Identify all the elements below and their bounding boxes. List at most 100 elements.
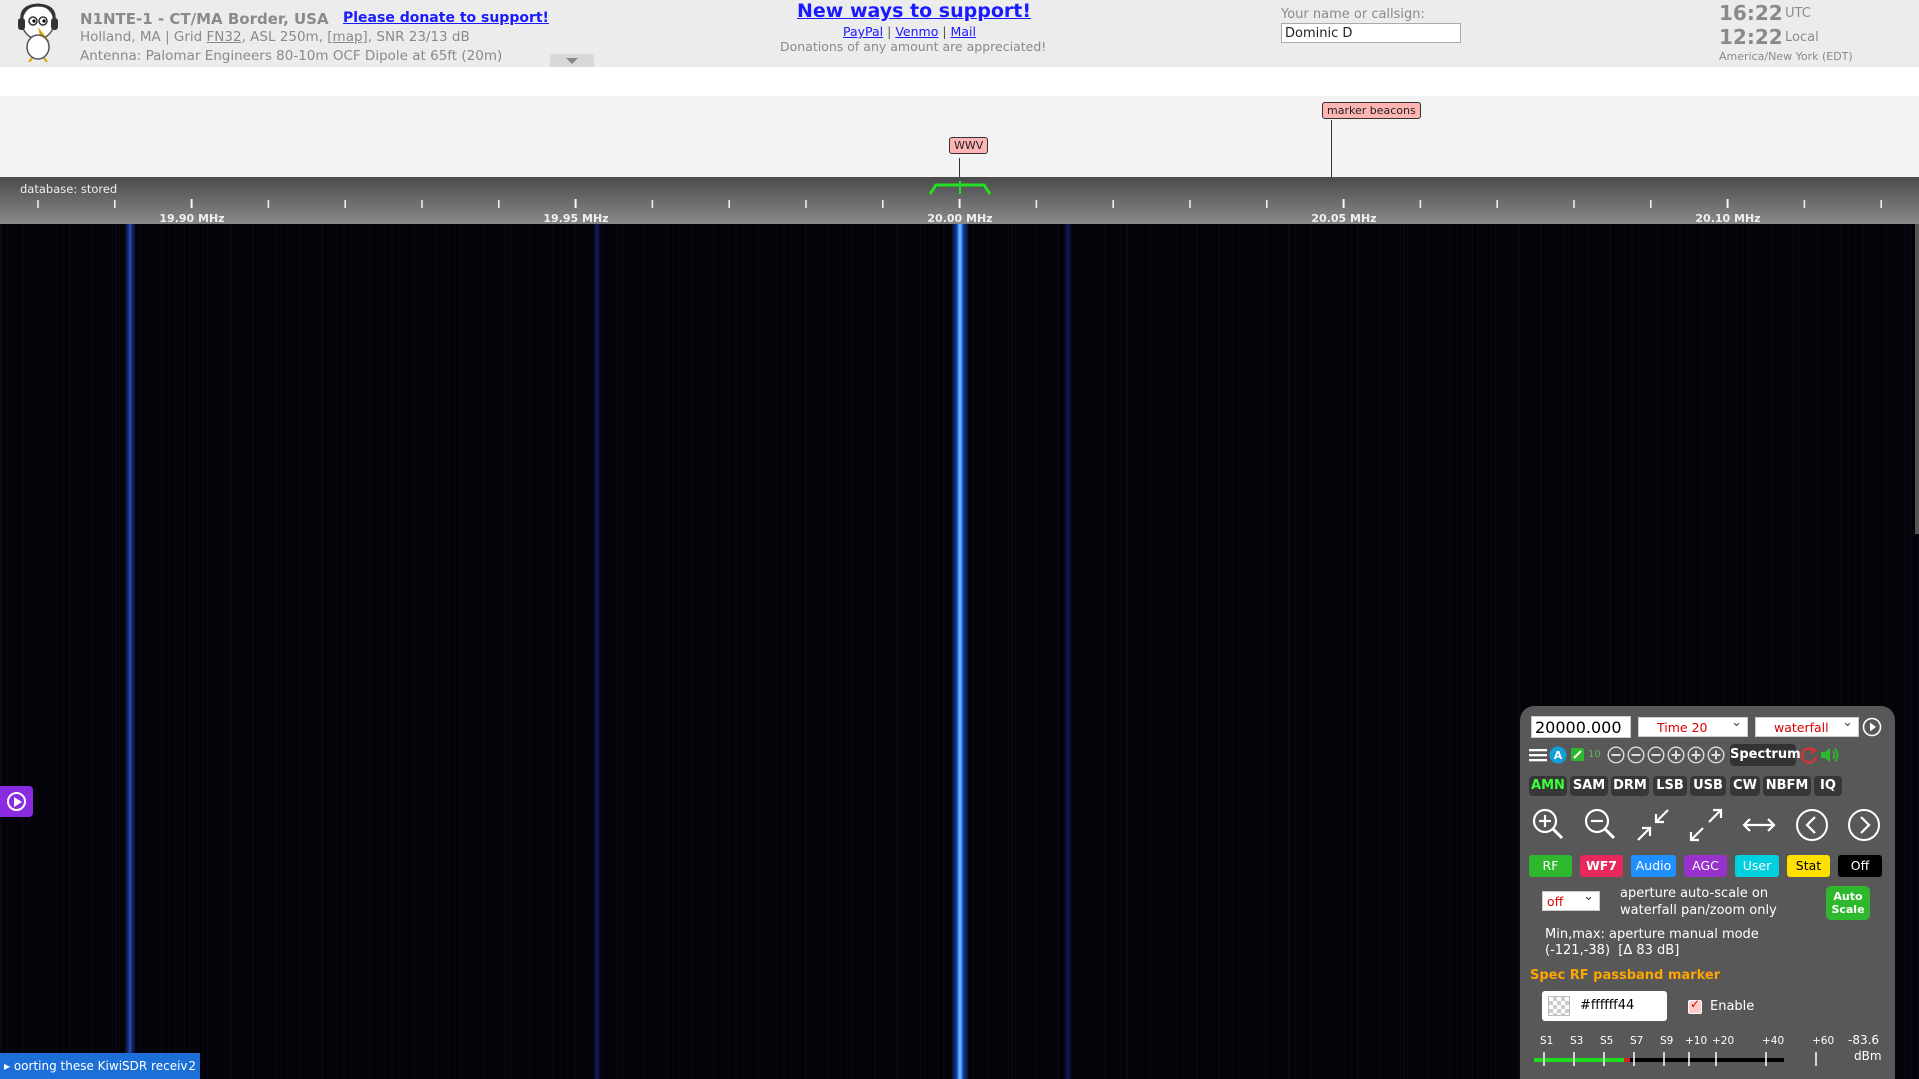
signal-trace <box>593 224 601 1079</box>
mode-sam[interactable]: SAM <box>1570 776 1608 796</box>
smeter-label: S5 <box>1600 1035 1614 1047</box>
menu-icon[interactable] <box>1529 747 1547 763</box>
zoom-in-max-icon[interactable] <box>1707 746 1725 764</box>
map-link[interactable]: [map] <box>327 29 368 45</box>
mode-usb[interactable]: USB <box>1690 776 1726 796</box>
mail-link[interactable]: Mail <box>951 24 976 39</box>
pan-arrows-icon[interactable] <box>1739 805 1779 845</box>
waterfall-scrollbar[interactable] <box>1915 224 1919 534</box>
mode-amn[interactable]: AMN <box>1529 776 1567 796</box>
signal-trace <box>1064 224 1072 1079</box>
kiwi-logo-icon[interactable] <box>14 2 64 62</box>
dx-label-marker-beacons[interactable]: marker beacons <box>1322 102 1421 119</box>
mode-nbfm[interactable]: NBFM <box>1763 776 1811 796</box>
donate-link[interactable]: Please donate to support! <box>343 10 549 26</box>
zoom-out-magnifier-icon[interactable] <box>1580 805 1620 845</box>
local-time: 12:22 <box>1719 25 1783 49</box>
paypal-link[interactable]: PayPal <box>843 24 883 39</box>
enable-label: Enable <box>1710 999 1755 1014</box>
smeter-bar <box>1534 1052 1817 1066</box>
signal-trace-wwv <box>951 224 969 1079</box>
zoom-in-small-icon[interactable] <box>1667 746 1685 764</box>
tab-stat[interactable]: Stat <box>1787 855 1830 877</box>
play-icon <box>7 792 26 811</box>
enable-checkbox[interactable] <box>1688 997 1702 1014</box>
smeter-label: +10 <box>1685 1035 1708 1047</box>
mode-drm[interactable]: DRM <box>1611 776 1649 796</box>
zoom-out-small-icon[interactable] <box>1647 746 1665 764</box>
s-meter: S1 S3 S5 S7 S9 +10 +20 +40 +60 -83.6 dBm <box>1530 1033 1885 1077</box>
frequency-input[interactable] <box>1531 716 1631 738</box>
refresh-icon[interactable] <box>1800 746 1818 764</box>
marker-title: Spec RF passband marker <box>1530 968 1721 983</box>
support-links: PayPal | Venmo | Mail <box>843 24 976 39</box>
signal-trace <box>124 224 136 1079</box>
location-prefix: Holland, MA | Grid <box>80 29 207 45</box>
snr-text: , SNR 23/13 dB <box>367 29 470 45</box>
smeter-label: S3 <box>1570 1035 1584 1047</box>
station-title: N1NTE-1 - CT/MA Border, USA <box>80 10 329 28</box>
auto-a-icon[interactable]: A <box>1549 746 1567 764</box>
top-bar: N1NTE-1 - CT/MA Border, USA Please donat… <box>0 0 1919 67</box>
venmo-link[interactable]: Venmo <box>895 24 938 39</box>
dx-label-wwv[interactable]: WWV <box>949 137 989 154</box>
tab-agc[interactable]: AGC <box>1684 855 1727 877</box>
chevron-right-icon[interactable] <box>1844 805 1884 845</box>
edit-icon[interactable] <box>1571 746 1585 762</box>
mode-cw[interactable]: CW <box>1730 776 1760 796</box>
play-small-icon: ▸ <box>4 1059 14 1073</box>
local-label: Local <box>1785 30 1819 45</box>
tab-audio[interactable]: Audio <box>1631 855 1676 877</box>
callsign-input[interactable] <box>1281 23 1461 43</box>
time-select[interactable]: Time 20 <box>1638 715 1748 737</box>
play-button[interactable] <box>0 786 33 817</box>
dx-stem <box>959 158 960 177</box>
play-circle-icon[interactable] <box>1862 717 1882 737</box>
zoom-in-magnifier-icon[interactable] <box>1528 805 1568 845</box>
marker-color-value: #ffffff44 <box>1580 998 1635 1013</box>
collapse-header-button[interactable] <box>550 54 594 67</box>
spectrum-button[interactable]: Spectrum <box>1730 744 1801 766</box>
support-title-link[interactable]: New ways to support! <box>797 0 1031 22</box>
frequency-scale[interactable]: 19.90 MHz 19.95 MHz 20.00 MHz 20.05 MHz … <box>0 177 1919 225</box>
smeter-label: S9 <box>1660 1035 1674 1047</box>
tab-off[interactable]: Off <box>1838 855 1882 877</box>
view-select[interactable]: waterfall <box>1755 715 1859 737</box>
expand-icon[interactable] <box>1686 805 1726 845</box>
grid-link[interactable]: FN32 <box>207 29 242 45</box>
link-separator: | <box>938 24 951 39</box>
aperture-text-2: waterfall pan/zoom only <box>1620 903 1777 918</box>
smeter-label: S7 <box>1630 1035 1644 1047</box>
tab-rf[interactable]: RF <box>1529 855 1572 877</box>
auto-scale-button[interactable]: Auto Scale <box>1826 886 1870 920</box>
chevron-left-icon[interactable] <box>1792 805 1832 845</box>
small-number: 10 <box>1588 749 1601 760</box>
ticker-text: oorting these KiwiSDR receiv <box>13 1059 188 1073</box>
zoom-out-icon[interactable] <box>1627 746 1645 764</box>
tab-user[interactable]: User <box>1735 855 1779 877</box>
smeter-unit: dBm <box>1854 1049 1882 1063</box>
mode-iq[interactable]: IQ <box>1814 776 1842 796</box>
speaker-icon[interactable] <box>1819 746 1841 764</box>
aperture-text-1: aperture auto-scale on <box>1620 886 1769 901</box>
spectrum-strip <box>0 67 1919 96</box>
mode-lsb[interactable]: LSB <box>1653 776 1687 796</box>
minmax-text: Min,max: aperture manual mode <box>1545 927 1759 942</box>
ticker-count: 2 <box>188 1059 196 1073</box>
compress-icon[interactable] <box>1633 805 1673 845</box>
location-mid: , ASL 250m, <box>241 29 328 45</box>
zoom-out-max-icon[interactable] <box>1607 746 1625 764</box>
auto-scale-label-1: Auto <box>1833 890 1863 903</box>
database-label: database: stored <box>20 182 118 196</box>
smeter-label: +60 <box>1812 1035 1835 1047</box>
control-panel: Time 20 waterfall A 10 Spectrum AMN SAM … <box>1520 706 1895 1079</box>
support-note: Donations of any amount are appreciated! <box>780 39 1047 54</box>
news-ticker[interactable]: ▸ oorting these KiwiSDR receiv 2 <box>0 1053 200 1079</box>
tab-wf[interactable]: WF7 <box>1580 855 1623 877</box>
marker-color-input[interactable]: #ffffff44 <box>1542 991 1667 1021</box>
minmax-values: (-121,-38) [Δ 83 dB] <box>1545 943 1680 958</box>
smeter-label: S1 <box>1540 1035 1554 1047</box>
color-swatch[interactable] <box>1548 996 1570 1016</box>
zoom-in-icon[interactable] <box>1687 746 1705 764</box>
aperture-select[interactable]: off <box>1542 889 1600 911</box>
